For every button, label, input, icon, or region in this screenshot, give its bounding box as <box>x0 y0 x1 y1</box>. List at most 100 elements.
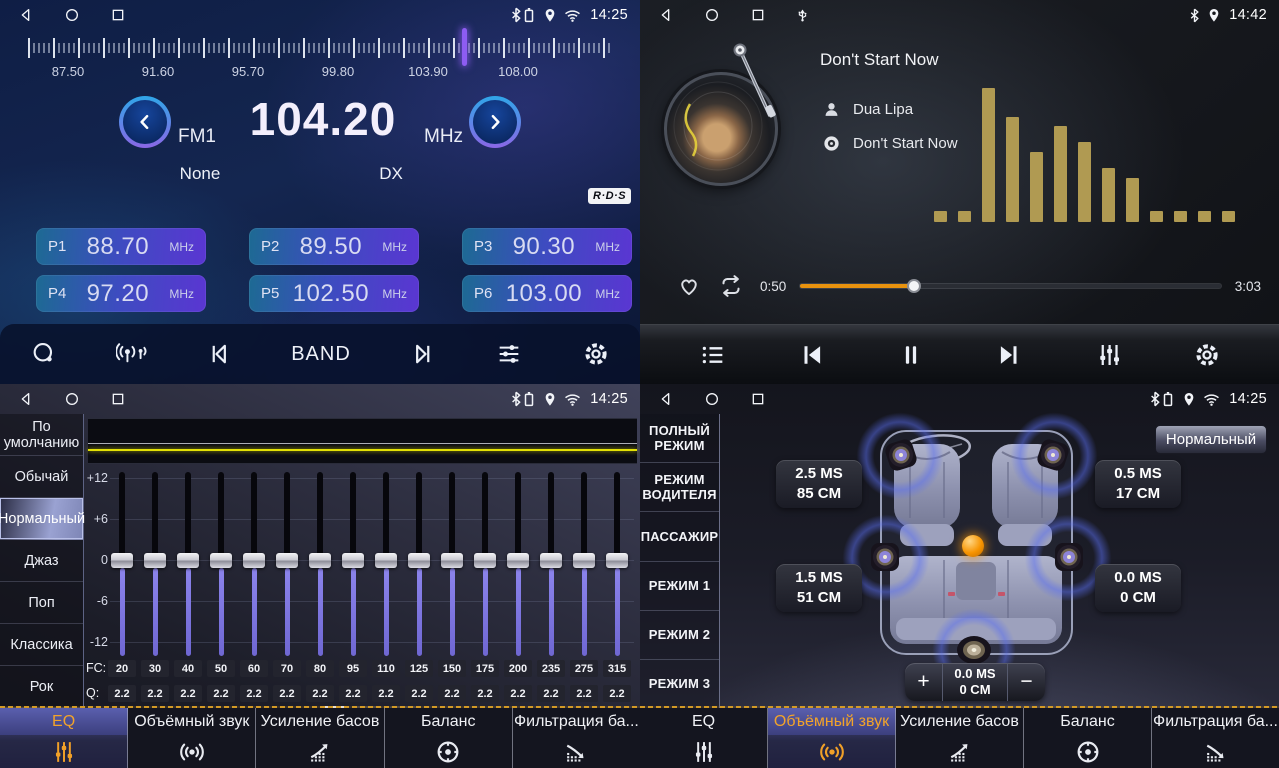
dial-tick <box>423 43 425 53</box>
eq-slider-knob[interactable] <box>573 553 595 568</box>
eq-slider-knob[interactable] <box>144 553 166 568</box>
eq-slider-knob[interactable] <box>408 553 430 568</box>
eq-scale-label: -6 <box>84 594 108 608</box>
eq-slider-track <box>581 472 587 560</box>
front-right-delay-button[interactable]: 0.5 MS 17 CM <box>1095 460 1181 508</box>
previous-track-icon[interactable] <box>797 340 827 370</box>
preset-button-p6[interactable]: P6103.00MHz <box>462 275 632 312</box>
eq-preset-item[interactable]: Джаз <box>0 540 83 582</box>
preset-button-p3[interactable]: P390.30MHz <box>462 228 632 265</box>
playlist-icon[interactable] <box>698 341 728 369</box>
back-icon[interactable] <box>18 391 34 407</box>
next-track-icon[interactable] <box>994 340 1024 370</box>
equalizer-icon[interactable] <box>494 340 524 368</box>
tab-eq-sliders[interactable]: EQ <box>0 708 128 768</box>
decrease-delay-button[interactable]: − <box>1008 663 1045 701</box>
tune-up-button[interactable] <box>469 96 521 148</box>
mode-item-4[interactable]: РЕЖИМ 1 <box>640 562 719 611</box>
tab-surround[interactable]: Объёмный звук <box>768 708 896 768</box>
eq-slider-knob[interactable] <box>507 553 529 568</box>
settings-gear-icon[interactable] <box>1193 341 1221 369</box>
tab-bass-boost[interactable]: Усиление басов <box>256 708 384 768</box>
tab-bass-boost[interactable]: Усиление басов <box>896 708 1024 768</box>
tune-down-button[interactable] <box>119 96 171 148</box>
broadcast-seek-icon[interactable] <box>116 340 148 368</box>
eq-slider-track <box>449 472 455 560</box>
mode-item-1[interactable]: ПОЛНЫЙ РЕЖИМ <box>640 414 719 463</box>
eq-slider-knob[interactable] <box>342 553 364 568</box>
mixer-icon[interactable] <box>1094 340 1124 370</box>
car-headunit-screens: 14:25 87.5091.6095.7099.80103.90108.00 F… <box>0 0 1279 768</box>
tab-surround[interactable]: Объёмный звук <box>128 708 256 768</box>
back-icon[interactable] <box>658 391 674 407</box>
band-button[interactable]: BAND <box>291 343 351 366</box>
tab-label: Усиление басов <box>256 708 383 735</box>
tab-filter[interactable]: Фильтрация ба... <box>513 708 640 768</box>
repeat-icon[interactable] <box>716 273 746 299</box>
tab-filter[interactable]: Фильтрация ба... <box>1152 708 1279 768</box>
eq-preset-item[interactable]: Нормальный <box>0 498 83 540</box>
recents-icon[interactable] <box>750 7 766 23</box>
album-disc-icon <box>822 134 841 153</box>
eq-slider-knob[interactable] <box>540 553 562 568</box>
front-left-delay-button[interactable]: 2.5 MS 85 CM <box>776 460 862 508</box>
mode-item-5[interactable]: РЕЖИМ 2 <box>640 611 719 660</box>
increase-delay-button[interactable]: + <box>905 663 942 701</box>
back-icon[interactable] <box>658 7 674 23</box>
back-icon[interactable] <box>18 7 34 23</box>
eq-preset-item[interactable]: Классика <box>0 624 83 666</box>
eq-slider-knob[interactable] <box>441 553 463 568</box>
location-icon <box>544 392 556 407</box>
preset-button-p2[interactable]: P289.50MHz <box>249 228 419 265</box>
home-icon[interactable] <box>704 391 720 407</box>
preset-button-p1[interactable]: P188.70MHz <box>36 228 206 265</box>
eq-preset-item[interactable]: Обычай <box>0 456 83 498</box>
surround-preset-button[interactable]: Нормальный <box>1155 425 1267 454</box>
recents-icon[interactable] <box>750 391 766 407</box>
preset-button-p4[interactable]: P497.20MHz <box>36 275 206 312</box>
tab-eq-sliders[interactable]: EQ <box>640 708 768 768</box>
seek-bar[interactable] <box>800 284 1220 288</box>
recents-icon[interactable] <box>110 7 126 23</box>
eq-slider-knob[interactable] <box>111 553 133 568</box>
mode-item-3[interactable]: ПАССАЖИР <box>640 512 719 561</box>
home-icon[interactable] <box>64 391 80 407</box>
eq-preset-item[interactable]: Рок <box>0 666 83 708</box>
dial-tick <box>158 43 160 53</box>
eq-preset-item[interactable]: По умолчанию <box>0 414 83 456</box>
eq-slider-knob[interactable] <box>276 553 298 568</box>
rear-left-delay-button[interactable]: 1.5 MS 51 CM <box>776 564 862 612</box>
home-icon[interactable] <box>704 7 720 23</box>
eq-preset-item[interactable]: Поп <box>0 582 83 624</box>
eq-slider-knob[interactable] <box>309 553 331 568</box>
dial-frequency-label: 95.70 <box>232 64 265 79</box>
eq-slider-knob[interactable] <box>210 553 232 568</box>
rear-right-delay-button[interactable]: 0.0 MS 0 CM <box>1095 564 1181 612</box>
pause-icon[interactable] <box>897 340 925 370</box>
tab-balance[interactable]: Баланс <box>385 708 513 768</box>
visualizer-bar <box>934 211 947 222</box>
recents-icon[interactable] <box>110 391 126 407</box>
frequency-dial[interactable] <box>28 36 612 62</box>
seek-bar-knob[interactable] <box>907 279 921 293</box>
eq-slider-knob[interactable] <box>177 553 199 568</box>
next-station-icon[interactable] <box>409 340 437 368</box>
settings-gear-icon[interactable] <box>582 340 610 368</box>
previous-station-icon[interactable] <box>205 340 233 368</box>
mode-item-2[interactable]: РЕЖИМ ВОДИТЕЛЯ <box>640 463 719 512</box>
band-fc-value: 50 <box>207 660 235 677</box>
dial-tick <box>323 43 325 53</box>
eq-slider-knob[interactable] <box>474 553 496 568</box>
home-icon[interactable] <box>64 7 80 23</box>
eq-slider-track <box>383 472 389 560</box>
eq-slider-knob[interactable] <box>243 553 265 568</box>
favorite-heart-icon[interactable] <box>676 273 702 299</box>
mode-item-6[interactable]: РЕЖИМ 3 <box>640 660 719 708</box>
preset-button-p5[interactable]: P5102.50MHz <box>249 275 419 312</box>
listening-position-ball[interactable] <box>962 535 984 557</box>
eq-slider-knob[interactable] <box>375 553 397 568</box>
scan-icon[interactable] <box>30 340 58 368</box>
clock: 14:42 <box>1229 7 1267 23</box>
eq-slider-knob[interactable] <box>606 553 628 568</box>
tab-balance[interactable]: Баланс <box>1024 708 1152 768</box>
